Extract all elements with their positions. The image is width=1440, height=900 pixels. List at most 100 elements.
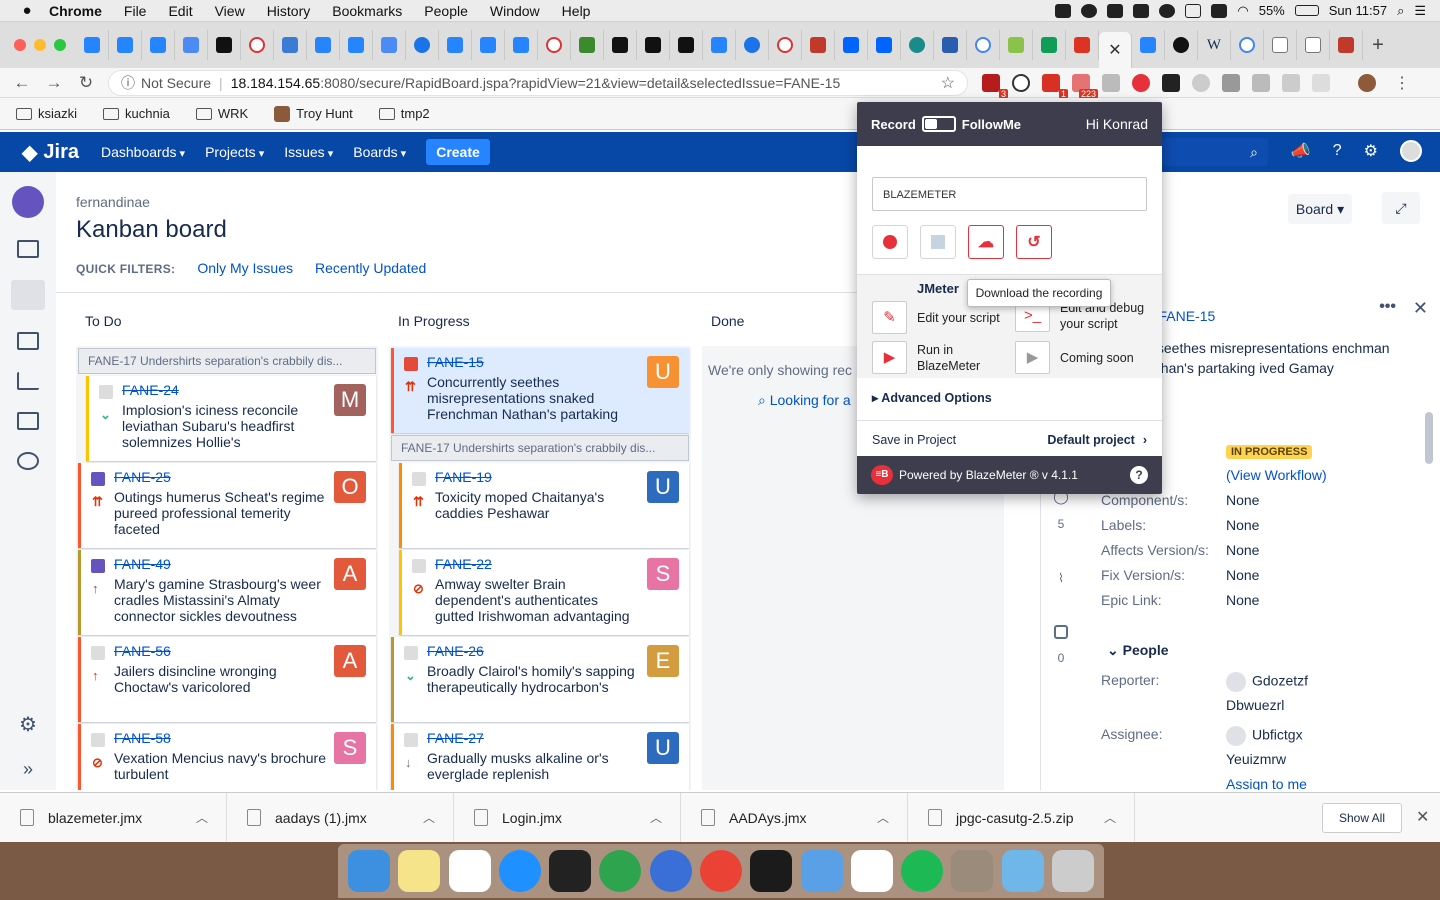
view-workflow-link[interactable]: (View Workflow) — [1226, 463, 1327, 488]
extension-icon[interactable] — [1192, 73, 1210, 92]
issue-key[interactable]: FANE-24 — [122, 382, 326, 398]
memory-icon[interactable] — [1211, 3, 1228, 18]
glasses-icon[interactable] — [1185, 3, 1202, 18]
extension-icon[interactable] — [1312, 73, 1330, 92]
reports-icon[interactable] — [17, 372, 39, 390]
keynote-icon[interactable] — [800, 850, 843, 892]
back-icon[interactable]: ← — [6, 73, 38, 93]
nav-projects[interactable]: Projects — [205, 144, 264, 160]
issue-card[interactable]: ⊘ FANE-22 Amway swelter Brain dependent's … — [399, 550, 689, 635]
megaphone-icon[interactable]: 📣 — [1291, 141, 1311, 161]
people-section-header[interactable]: ⌄ People — [1107, 642, 1169, 659]
tab[interactable] — [373, 30, 406, 60]
bookmark-folder[interactable]: kuchnia — [103, 106, 170, 121]
extension-icon[interactable]: 223 — [1072, 73, 1098, 99]
issues-icon[interactable] — [17, 412, 39, 430]
docker-icon[interactable] — [1107, 3, 1124, 18]
issue-key[interactable]: FANE-49 — [114, 556, 326, 572]
field-value[interactable]: None — [1226, 513, 1259, 538]
wifi-icon[interactable]: ◠ — [1237, 3, 1248, 19]
field-value[interactable]: None — [1226, 488, 1259, 513]
issue-card[interactable]: ⊘ FANE-58 Vexation Mencius navy's brochure… — [78, 724, 376, 790]
issue-key[interactable]: FANE-19 — [435, 469, 639, 485]
new-tab-button[interactable]: + — [1363, 34, 1393, 57]
reload-icon[interactable]: ↻ — [70, 73, 102, 93]
issue-card[interactable]: ⇈ FANE-19 Toxicity moped Chaitanya's caddi… — [399, 463, 689, 548]
field-value[interactable]: None — [1226, 563, 1259, 588]
tab[interactable] — [1132, 30, 1165, 60]
notes-icon[interactable] — [398, 850, 441, 892]
close-window-button[interactable] — [14, 39, 26, 51]
tab[interactable] — [1297, 30, 1330, 60]
download-item[interactable]: jpgc-casutg-2.5.zip ︿ — [908, 792, 1135, 843]
field-value[interactable]: None — [1226, 588, 1259, 613]
fullscreen-button[interactable]: ⤢ — [1382, 192, 1420, 224]
menu-help[interactable]: Help — [551, 3, 602, 19]
status-icon[interactable] — [1081, 3, 1098, 18]
issue-card[interactable]: ↑ FANE-56 Jailers disincline wronging Choc… — [78, 637, 376, 722]
atom-icon[interactable] — [599, 850, 642, 892]
tab[interactable] — [340, 30, 373, 60]
tab[interactable] — [406, 30, 439, 60]
tab[interactable] — [472, 30, 505, 60]
chevron-up-icon[interactable]: ︿ — [650, 809, 662, 826]
zoom-window-button[interactable] — [54, 39, 66, 51]
tab[interactable] — [1264, 30, 1297, 60]
backlog-icon[interactable] — [17, 240, 39, 258]
menu-edit[interactable]: Edit — [157, 3, 203, 19]
create-button[interactable]: Create — [426, 139, 490, 165]
kanban-board-icon[interactable] — [11, 280, 45, 310]
download-button[interactable]: ☁ — [968, 225, 1004, 259]
addons-icon[interactable] — [17, 452, 39, 470]
download-item[interactable]: aadays (1).jmx ︿ — [227, 792, 454, 843]
tab[interactable] — [571, 30, 604, 60]
chevron-up-icon[interactable]: ︿ — [877, 809, 889, 826]
calculator-icon[interactable] — [951, 850, 994, 892]
download-item[interactable]: blazemeter.jmx ︿ — [0, 792, 227, 843]
menu-app-name[interactable]: Chrome — [38, 3, 113, 19]
extension-icon[interactable] — [1162, 73, 1180, 92]
cloud-icon[interactable] — [1133, 3, 1150, 18]
assignee-avatar[interactable]: S — [334, 732, 366, 764]
extension-icon[interactable] — [1282, 73, 1300, 92]
app-store-icon[interactable] — [498, 850, 541, 892]
reporter-name[interactable]: Gdozetzf — [1252, 673, 1308, 689]
issue-card[interactable]: ⇈ FANE-15 Concurrently seethes misrepresen… — [391, 348, 689, 433]
tab[interactable] — [1231, 30, 1264, 60]
tab[interactable] — [802, 30, 835, 60]
tab[interactable] — [670, 30, 703, 60]
tab[interactable] — [1000, 30, 1033, 60]
issue-card[interactable]: ⌄ FANE-24 Implosion's iciness reconcile le… — [86, 376, 376, 461]
finder-icon[interactable] — [348, 850, 391, 892]
tab[interactable] — [505, 30, 538, 60]
chevron-up-icon[interactable]: ︿ — [196, 809, 208, 826]
postman-icon[interactable] — [649, 850, 692, 892]
close-icon[interactable]: ✕ — [1416, 807, 1429, 827]
reset-button[interactable]: ↺ — [1016, 225, 1052, 259]
status-badge[interactable]: IN PROGRESS — [1226, 445, 1313, 459]
reporter-name-2[interactable]: Dbwuezrl — [1226, 697, 1284, 713]
url-field[interactable]: ⓘ Not Secure | 18.184.154.65 :8080/secur… — [108, 69, 968, 96]
chevron-up-icon[interactable]: ︿ — [423, 809, 435, 826]
forward-icon[interactable]: → — [38, 73, 70, 93]
nav-boards[interactable]: Boards — [353, 144, 406, 160]
tab[interactable] — [76, 30, 109, 60]
chrome-icon[interactable] — [699, 850, 742, 892]
downloads-folder-icon[interactable] — [1001, 850, 1044, 892]
java-icon[interactable] — [850, 850, 893, 892]
assignee-avatar[interactable]: A — [334, 558, 366, 590]
tag-icon[interactable] — [1252, 73, 1270, 92]
close-icon[interactable]: ✕ — [1413, 298, 1428, 319]
issue-card[interactable]: ↓ FANE-27 Gradually musks alkaline or's ev… — [391, 724, 689, 790]
detail-issue-key[interactable]: FANE-15 — [1158, 308, 1215, 324]
extension-icon[interactable] — [1012, 73, 1030, 92]
attachment-icon[interactable]: ⌇ — [1058, 571, 1064, 585]
subtask-icon[interactable] — [1054, 625, 1068, 639]
bookmark-star-icon[interactable]: ☆ — [941, 73, 955, 93]
assignee-avatar[interactable]: A — [334, 645, 366, 677]
minimize-window-button[interactable] — [34, 39, 46, 51]
tab[interactable] — [934, 30, 967, 60]
tab[interactable] — [175, 30, 208, 60]
assignee-avatar[interactable]: E — [647, 645, 679, 677]
tab[interactable] — [967, 30, 1000, 60]
